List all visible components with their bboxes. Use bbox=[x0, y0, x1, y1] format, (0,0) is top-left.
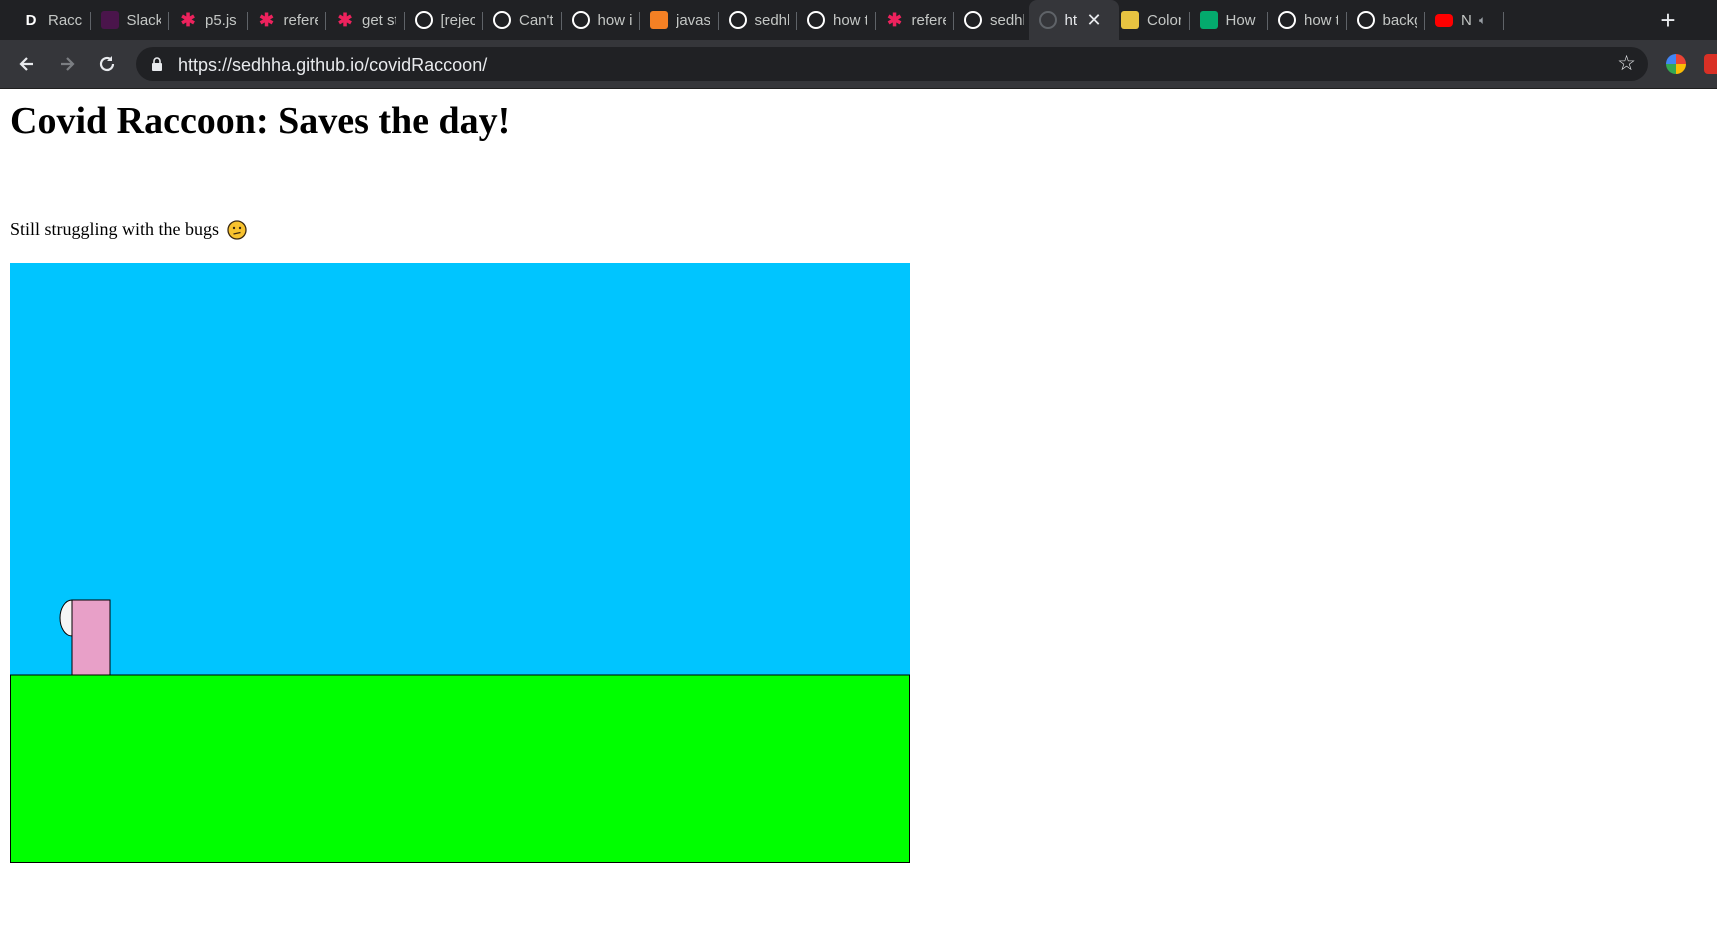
browser-tab[interactable]: ✱ refere bbox=[248, 4, 326, 36]
browser-tab[interactable]: Can't bbox=[483, 4, 562, 36]
color-picker-extension-icon[interactable] bbox=[1666, 54, 1686, 74]
arrow-right-icon bbox=[61, 57, 75, 71]
lock-icon bbox=[152, 57, 162, 71]
confused-face-emoji-icon bbox=[227, 219, 247, 240]
reload-icon bbox=[99, 56, 115, 72]
shield-icon bbox=[1121, 11, 1139, 29]
browser-tab[interactable]: javas bbox=[640, 4, 719, 36]
web-page: Covid Raccoon: Saves the day! Still stru… bbox=[0, 89, 1717, 952]
browser-tab-title: N bbox=[1461, 11, 1472, 29]
browser-tab-title: backg bbox=[1382, 11, 1417, 29]
p5-star-icon: ✱ bbox=[886, 9, 903, 30]
browser-tab[interactable]: N 🔈︎ bbox=[1425, 4, 1504, 36]
browser-tab-title: p5.js bbox=[205, 11, 237, 29]
back-button[interactable] bbox=[13, 50, 41, 78]
browser-tab[interactable]: how t bbox=[1268, 4, 1347, 36]
browser-tab-title: how t bbox=[833, 11, 867, 29]
google-icon bbox=[807, 11, 825, 29]
p5-star-icon: ✱ bbox=[337, 9, 353, 30]
stackoverflow-icon bbox=[650, 11, 668, 29]
browser-tab-title: ht bbox=[1064, 11, 1078, 29]
status-note-text: Still struggling with the bugs bbox=[10, 219, 220, 239]
browser-tab-title: javas bbox=[676, 11, 710, 29]
browser-tab-title: Color bbox=[1147, 11, 1181, 29]
forward-button[interactable] bbox=[53, 50, 81, 78]
github-icon bbox=[964, 11, 982, 29]
speaker-icon[interactable]: 🔈︎ bbox=[1479, 13, 1486, 28]
browser-tab-title: sedhh bbox=[990, 11, 1024, 29]
browser-tab[interactable]: how t bbox=[797, 4, 876, 36]
browser-tab-title: sedhh bbox=[754, 11, 789, 29]
browser-tab-title: how i bbox=[597, 11, 632, 29]
browser-tab-title: get st bbox=[362, 11, 396, 29]
close-tab-icon[interactable]: ✕ bbox=[1087, 10, 1102, 31]
new-tab-button[interactable]: + bbox=[1654, 6, 1682, 34]
browser-tab[interactable]: ✱ refere bbox=[876, 4, 954, 36]
browser-tab-title: how t bbox=[1304, 11, 1338, 29]
browser-tab[interactable]: [rejec bbox=[405, 4, 483, 36]
browser-tab-title: refere bbox=[911, 11, 946, 29]
browser-tab[interactable]: How bbox=[1190, 4, 1268, 36]
game-canvas[interactable] bbox=[10, 263, 910, 863]
extension-icon[interactable] bbox=[1704, 54, 1717, 74]
ground bbox=[10, 674, 910, 863]
google-icon bbox=[1356, 11, 1375, 29]
browser-tab[interactable]: ✱ p5.js bbox=[169, 4, 248, 36]
w3schools-icon bbox=[1199, 11, 1218, 29]
browser-tab-title: [rejec bbox=[440, 11, 475, 29]
p5-star-icon: ✱ bbox=[258, 9, 275, 30]
browser-tab[interactable]: ✱ get st bbox=[326, 4, 405, 36]
bookmark-star-icon[interactable]: ☆ bbox=[1617, 51, 1636, 76]
browser-tab[interactable]: sedhh bbox=[954, 4, 1033, 36]
raccoon-player bbox=[71, 599, 111, 676]
github-icon bbox=[728, 11, 747, 29]
github-icon bbox=[493, 11, 511, 29]
status-note: Still struggling with the bugs bbox=[10, 219, 247, 240]
d-letter-icon: D bbox=[25, 11, 37, 29]
youtube-icon bbox=[1435, 13, 1453, 27]
sky bbox=[10, 263, 910, 675]
browser-tab[interactable]: sedhh bbox=[719, 4, 797, 36]
browser-tab-title: refere bbox=[283, 11, 318, 29]
google-icon bbox=[571, 11, 590, 29]
p5-star-icon: ✱ bbox=[180, 9, 196, 30]
browser-tab[interactable]: backg bbox=[1347, 4, 1425, 36]
browser-tab-title: Slack bbox=[126, 11, 161, 29]
browser-tab[interactable]: how i bbox=[562, 4, 640, 36]
address-bar[interactable]: https://sedhha.github.io/covidRaccoon/ ☆ bbox=[136, 47, 1648, 81]
browser-tab-title: How bbox=[1225, 11, 1256, 29]
url-text[interactable]: https://sedhha.github.io/covidRaccoon/ bbox=[178, 55, 487, 76]
browser-tab[interactable]: ht ✕ bbox=[1028, 0, 1119, 40]
browser-toolbar: https://sedhha.github.io/covidRaccoon/ ☆ bbox=[0, 40, 1717, 89]
google-icon bbox=[1278, 11, 1296, 29]
browser-tab-title: Racco bbox=[48, 11, 82, 29]
arrow-left-icon bbox=[19, 57, 33, 71]
browser-tab[interactable]: Slack bbox=[91, 4, 169, 36]
github-icon bbox=[414, 11, 433, 29]
page-title: Covid Raccoon: Saves the day! bbox=[10, 100, 511, 142]
slack-icon bbox=[100, 11, 119, 29]
browser-tab[interactable]: D Racco bbox=[12, 4, 91, 36]
tab-divider bbox=[1502, 12, 1504, 30]
globe-icon bbox=[1038, 11, 1057, 29]
browser-tab-strip: D Racco Slack ✱ p5.js ✱ refere ✱ get st [rejec Can… bbox=[0, 0, 1717, 40]
browser-tab[interactable]: Color bbox=[1111, 4, 1190, 36]
reload-button[interactable] bbox=[93, 50, 121, 78]
browser-tab-title: Can't bbox=[519, 11, 553, 29]
